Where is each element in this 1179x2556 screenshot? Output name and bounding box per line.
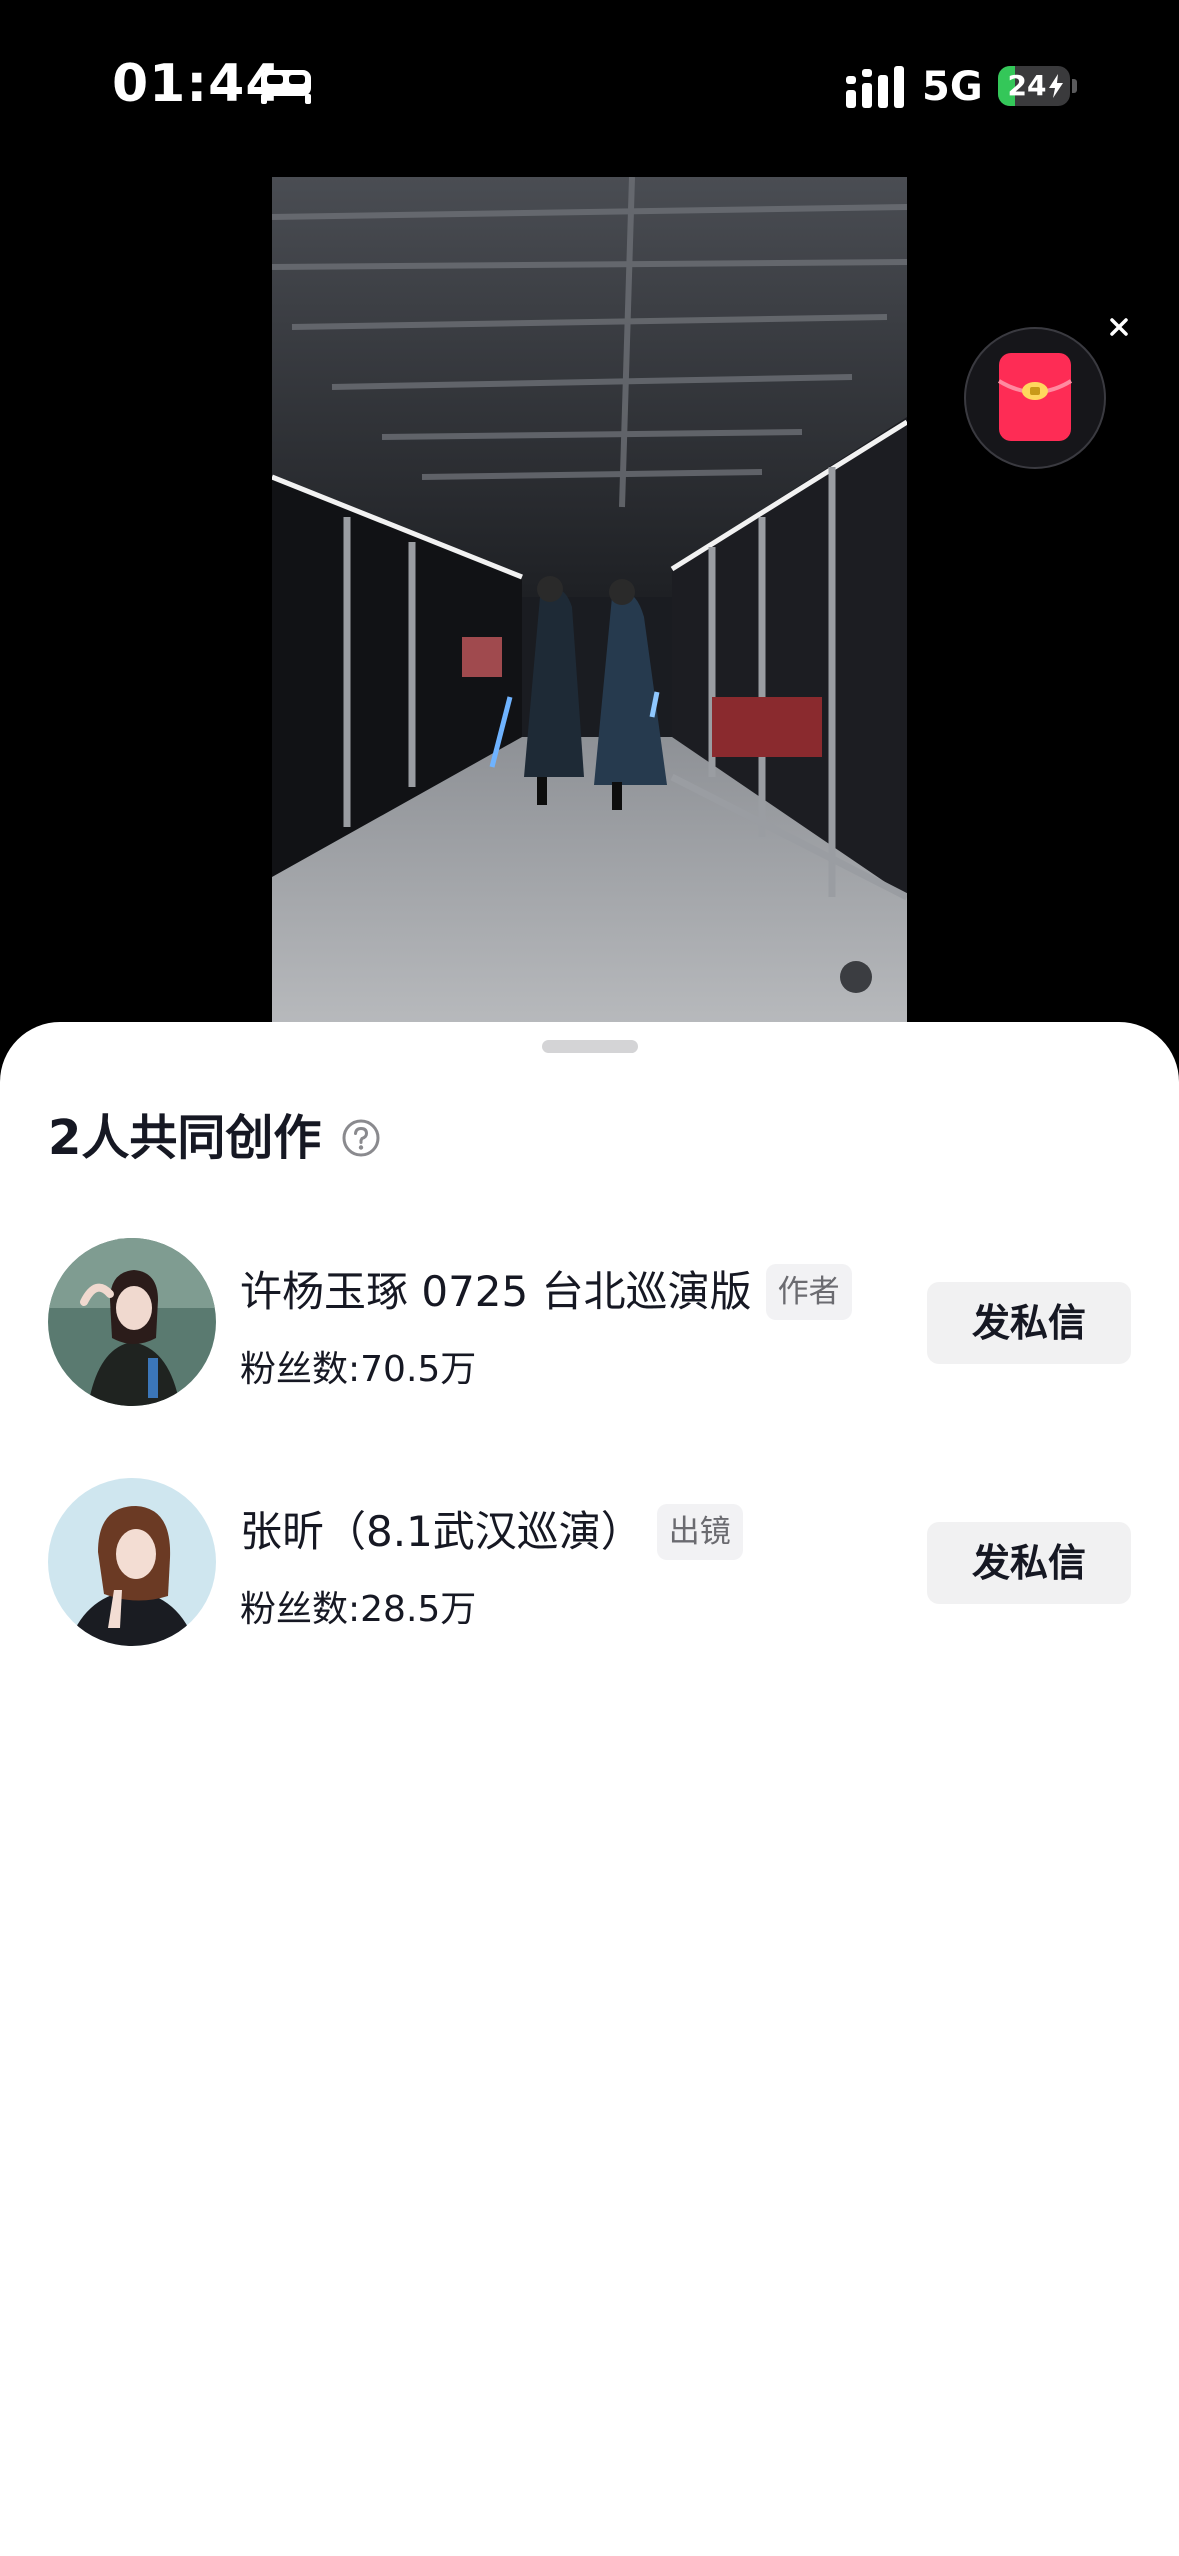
- bed-icon: [261, 70, 311, 104]
- lightning-bolt-icon: [1049, 74, 1063, 98]
- video-player[interactable]: [272, 177, 907, 1037]
- sheet-title: 2人共同创作: [48, 1110, 322, 1166]
- role-tag-author: 作者: [765, 1264, 852, 1320]
- network-type: 5G: [922, 64, 983, 110]
- creator-row[interactable]: 许杨玉琢 0725 台北巡演版 作者 粉丝数: 70.5万 发私信: [0, 1238, 1179, 1410]
- avatar[interactable]: [48, 1238, 216, 1406]
- send-message-button[interactable]: 发私信: [927, 1282, 1131, 1364]
- close-icon[interactable]: [1100, 308, 1138, 346]
- red-envelope-icon: [997, 353, 1073, 441]
- co-creators-sheet: 2人共同创作 许杨玉琢 0725 台北巡演版 作者 粉丝数: 70.5万 发私信…: [0, 1022, 1179, 2556]
- role-tag-appearance: 出镜: [656, 1504, 743, 1560]
- cellular-signal-icon: [846, 66, 904, 108]
- fans-label: 粉丝数:: [240, 1349, 361, 1390]
- avatar-image: [48, 1238, 216, 1406]
- status-bar: 01:44 5G 24: [0, 0, 1179, 170]
- video-still: [272, 177, 907, 1037]
- battery-cap: [1072, 79, 1077, 93]
- sheet-header: 2人共同创作: [48, 1102, 381, 1174]
- fans-value: 28.5万: [360, 1589, 477, 1630]
- fans-count: 粉丝数: 28.5万: [240, 1578, 476, 1634]
- creator-name[interactable]: 许杨玉琢 0725 台北巡演版: [240, 1260, 752, 1324]
- creator-name-line: 张昕（8.1武汉巡演） 出镜: [240, 1500, 743, 1564]
- sheet-drag-handle[interactable]: [542, 1040, 638, 1053]
- send-message-button[interactable]: 发私信: [927, 1522, 1131, 1604]
- battery-body: 24: [998, 66, 1070, 106]
- fans-count: 粉丝数: 70.5万: [240, 1338, 476, 1394]
- avatar[interactable]: [48, 1478, 216, 1646]
- screen: 01:44 5G 24 2人共同创作 许杨玉琢 0725 台北巡演版 作者 粉丝…: [0, 0, 1179, 2556]
- fans-value: 70.5万: [360, 1349, 477, 1390]
- avatar-image: [48, 1478, 216, 1646]
- creator-name[interactable]: 张昕（8.1武汉巡演）: [240, 1500, 643, 1564]
- battery-indicator: 24: [998, 66, 1077, 106]
- red-envelope-widget[interactable]: [964, 327, 1106, 469]
- question-circle-icon[interactable]: [341, 1118, 381, 1158]
- status-time: 01:44: [112, 54, 283, 114]
- fans-label: 粉丝数:: [240, 1589, 361, 1630]
- creator-name-line: 许杨玉琢 0725 台北巡演版 作者: [240, 1260, 852, 1324]
- creator-row[interactable]: 张昕（8.1武汉巡演） 出镜 粉丝数: 28.5万 发私信: [0, 1478, 1179, 1650]
